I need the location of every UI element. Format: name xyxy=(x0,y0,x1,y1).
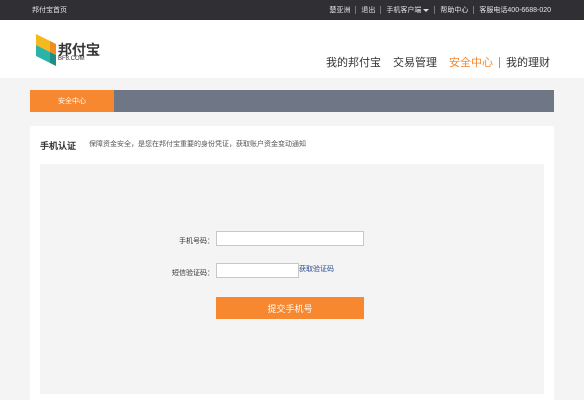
header: 邦付宝 BF8.COM 我的邦付宝 交易管理 安全中心 我的理财 xyxy=(0,20,584,78)
help-center-link[interactable]: 帮助中心 xyxy=(435,5,473,15)
chevron-down-icon xyxy=(423,8,430,12)
hotline-text: 客服电话400-6688-020 xyxy=(479,7,551,14)
section-description: 保障资金安全，是您在邦付宝重要的身份凭证，获取账户资金变动通知 xyxy=(89,141,306,148)
phone-number-input[interactable] xyxy=(216,231,364,246)
phone-label: 手机号码： xyxy=(179,238,214,245)
get-code-link[interactable]: 获取验证码 xyxy=(299,264,334,274)
home-link[interactable]: 邦付宝首页 xyxy=(32,5,67,15)
mobile-client-menu[interactable]: 手机客户端 xyxy=(381,5,434,15)
sms-code-label: 短信验证码： xyxy=(172,270,214,277)
section-tab-bar: 安全中心 xyxy=(30,90,554,112)
top-bar: 邦付宝首页 楚亚洲 退出 手机客户端 帮助中心 客服电话400-6688-020 xyxy=(0,0,584,20)
phone-verification-form: 手机号码： 短信验证码： 获取验证码 提交手机号 xyxy=(40,164,544,394)
section-title: 手机认证 xyxy=(40,141,77,151)
logout-link[interactable]: 退出 xyxy=(356,5,380,15)
user-name-link[interactable]: 楚亚洲 xyxy=(324,5,355,15)
top-bar-right: 楚亚洲 退出 手机客户端 帮助中心 客服电话400-6688-020 xyxy=(324,5,556,15)
sms-code-input[interactable] xyxy=(216,263,299,278)
logo-domain: BF8.COM xyxy=(58,56,85,62)
nav-security-center[interactable]: 安全中心 xyxy=(443,54,499,70)
main-nav: 我的邦付宝 交易管理 安全中心 我的理财 xyxy=(320,54,556,70)
submit-phone-button[interactable]: 提交手机号 xyxy=(216,297,364,319)
nav-my-finance[interactable]: 我的理财 xyxy=(500,54,556,70)
main-panel: 手机认证 保障资金安全，是您在邦付宝重要的身份凭证，获取账户资金变动通知 手机号… xyxy=(30,126,554,400)
nav-transactions[interactable]: 交易管理 xyxy=(387,54,443,70)
nav-my-account[interactable]: 我的邦付宝 xyxy=(320,54,387,70)
mobile-client-label: 手机客户端 xyxy=(386,7,422,14)
tab-security-center[interactable]: 安全中心 xyxy=(30,90,114,112)
